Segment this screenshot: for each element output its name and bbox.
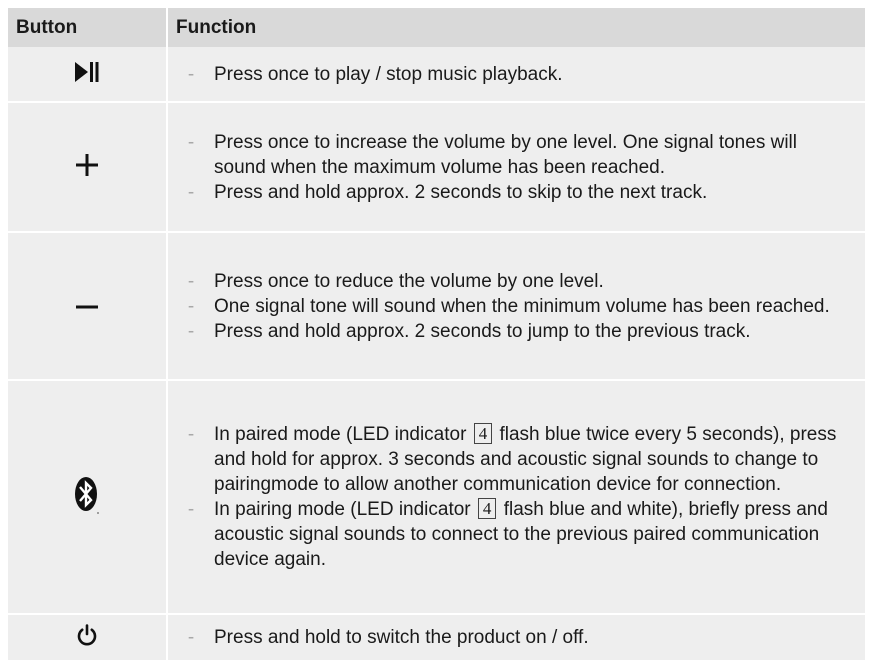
table-header-row: Button Function: [8, 8, 865, 47]
button-function-table: Button Function - Press once to play / st…: [8, 8, 865, 660]
function-cell: - Press once to increase the volume by on…: [168, 101, 865, 231]
power-icon: [76, 624, 98, 651]
reference-number-box: 4: [473, 423, 493, 444]
table-row-volume-down: - Press once to reduce the volume by one …: [8, 231, 865, 379]
list-item: - Press and hold approx. 2 seconds to ski…: [187, 181, 708, 203]
list-item: - In paired mode (LED indicator 4 flash b…: [187, 423, 837, 495]
button-cell: [8, 231, 168, 379]
list-item: - Press and hold to switch the product on…: [187, 627, 589, 648]
table-row-play-pause: - Press once to play / stop music playbac…: [8, 47, 865, 101]
function-cell: - Press and hold to switch the product on…: [168, 613, 865, 660]
header-button: Button: [8, 8, 168, 47]
list-item: - Press once to increase the volume by on…: [187, 131, 797, 178]
button-cell: [8, 47, 168, 101]
table-row-volume-up: - Press once to increase the volume by on…: [8, 101, 865, 231]
header-function: Function: [176, 16, 257, 38]
table-row-bluetooth: - In paired mode (LED indicator 4 flash b…: [8, 379, 865, 613]
minus-icon: [76, 297, 98, 315]
list-item: - One signal tone will sound when the min…: [187, 295, 830, 317]
button-cell: [8, 379, 168, 613]
list-item: - Press once to reduce the volume by one …: [187, 270, 604, 292]
list-item: - In pairing mode (LED indicator 4 flash …: [187, 498, 828, 570]
button-cell: [8, 613, 168, 660]
table-row-power: - Press and hold to switch the product on…: [8, 613, 865, 660]
list-item: - Press and hold approx. 2 seconds to jum…: [187, 320, 751, 342]
function-cell: - In paired mode (LED indicator 4 flash b…: [168, 379, 865, 613]
plus-icon: [76, 153, 98, 181]
reference-number-box: 4: [477, 498, 497, 519]
function-cell: - Press once to play / stop music playbac…: [168, 47, 865, 101]
button-cell: [8, 101, 168, 231]
function-cell: - Press once to reduce the volume by one …: [168, 231, 865, 379]
list-item: - Press once to play / stop music playbac…: [187, 63, 563, 85]
play-pause-icon: [75, 61, 99, 88]
bluetooth-icon: [74, 475, 100, 520]
